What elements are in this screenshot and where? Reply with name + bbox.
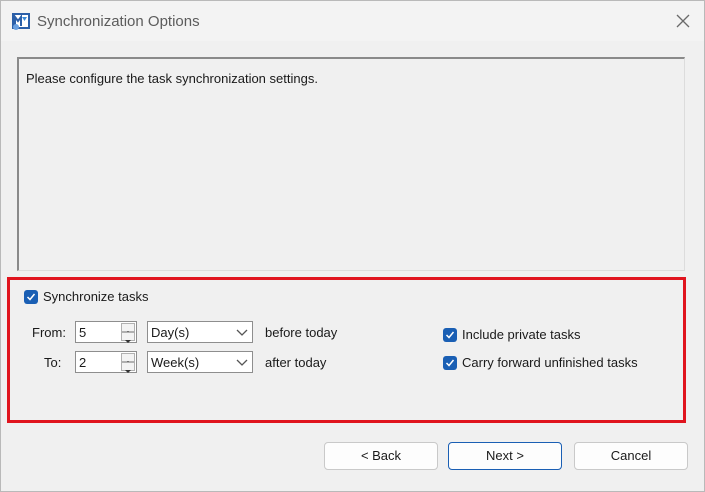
synchronize-tasks-label: Synchronize tasks <box>43 289 149 304</box>
to-value: 2 <box>79 355 87 370</box>
from-suffix: before today <box>265 325 338 340</box>
caret-down-icon <box>125 370 131 373</box>
from-up-button[interactable] <box>121 323 135 334</box>
to-down-button[interactable] <box>121 362 135 373</box>
next-button[interactable]: Next > <box>448 442 562 470</box>
from-unit-select[interactable]: Day(s) <box>147 321 253 343</box>
checkmark-icon <box>26 293 36 301</box>
include-private-tasks-label: Include private tasks <box>462 327 581 342</box>
checkmark-icon <box>445 331 455 339</box>
to-suffix: after today <box>265 355 327 370</box>
to-unit-value: Week(s) <box>151 355 200 370</box>
to-stepper[interactable]: 2 <box>75 351 137 373</box>
carry-forward-checkbox[interactable] <box>443 356 457 370</box>
carry-forward-label: Carry forward unfinished tasks <box>462 355 638 370</box>
from-value: 5 <box>79 325 87 340</box>
to-label: To: <box>44 355 62 370</box>
to-up-button[interactable] <box>121 353 135 364</box>
close-icon[interactable] <box>674 12 692 30</box>
back-button[interactable]: < Back <box>324 442 438 470</box>
dialog-window: Synchronization Options Please configure… <box>0 0 705 492</box>
from-down-button[interactable] <box>121 332 135 343</box>
title-bar: Synchronization Options <box>1 1 704 41</box>
include-private-tasks-checkbox[interactable] <box>443 328 457 342</box>
synchronize-tasks-checkbox[interactable] <box>24 290 38 304</box>
chevron-down-icon <box>236 329 248 336</box>
from-unit-value: Day(s) <box>151 325 190 340</box>
window-title: Synchronization Options <box>37 13 200 30</box>
description-panel: Please configure the task synchronizatio… <box>17 57 685 271</box>
cancel-button[interactable]: Cancel <box>574 442 688 470</box>
caret-down-icon <box>125 340 131 343</box>
to-unit-select[interactable]: Week(s) <box>147 351 253 373</box>
chevron-down-icon <box>236 359 248 366</box>
description-text: Please configure the task synchronizatio… <box>26 71 318 86</box>
app-icon <box>12 13 30 30</box>
from-label: From: <box>32 325 66 340</box>
checkmark-icon <box>445 359 455 367</box>
from-stepper[interactable]: 5 <box>75 321 137 343</box>
